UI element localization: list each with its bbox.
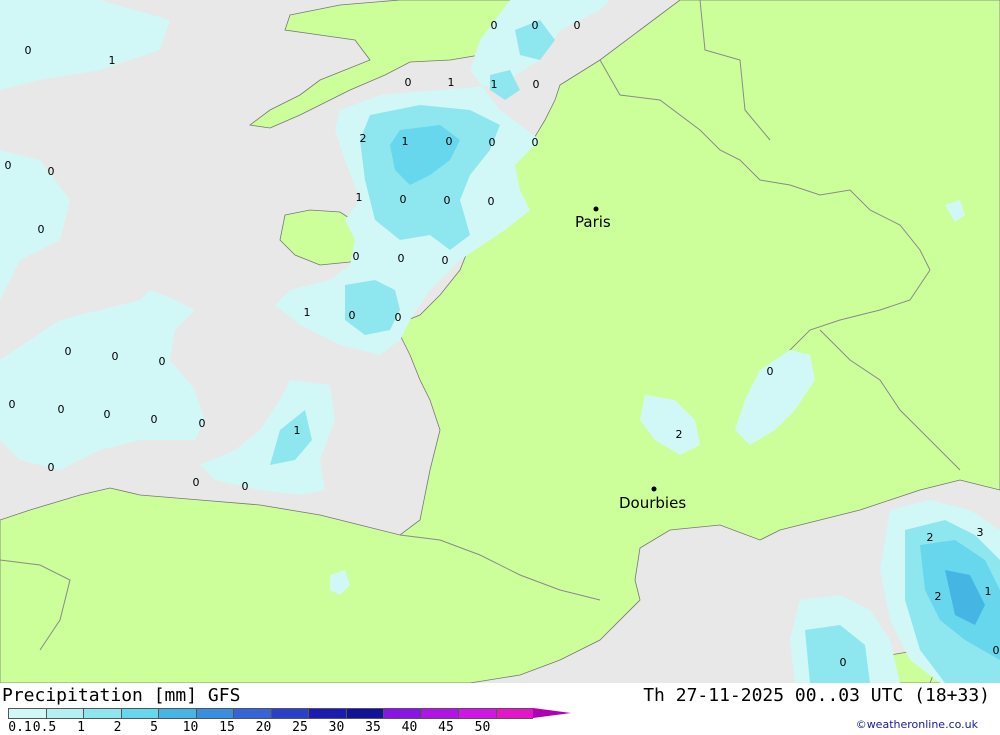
precip-value-label: 1 (304, 306, 311, 319)
precip-value-label: 0 (489, 136, 496, 149)
precip-value-label: 1 (109, 54, 116, 67)
precip-value-label: 1 (402, 135, 409, 148)
precip-value-label: 0 (395, 311, 402, 324)
precip-value-label: 0 (112, 350, 119, 363)
color-swatch (420, 708, 458, 719)
color-swatch (308, 708, 346, 719)
precip-value-label: 0 (159, 355, 166, 368)
color-swatch (383, 708, 421, 719)
precip-value-label: 0 (400, 193, 407, 206)
precip-value-label: 1 (491, 78, 498, 91)
precip-value-label: 0 (442, 254, 449, 267)
precip-value-label: 0 (48, 461, 55, 474)
precip-value-label: 0 (58, 403, 65, 416)
precip-value-label: 0 (353, 250, 360, 263)
color-swatch (458, 708, 496, 719)
precip-value-label: 1 (356, 191, 363, 204)
color-swatch (233, 708, 271, 719)
color-swatch (270, 708, 308, 719)
city-dot-paris (593, 206, 599, 212)
precip-value-label: 2 (935, 590, 942, 603)
precip-value-label: 0 (405, 76, 412, 89)
precip-value-label: 0 (840, 656, 847, 669)
precip-value-label: 0 (65, 345, 72, 358)
credit-link[interactable]: ©weatheronline.co.uk (856, 718, 978, 731)
color-swatch (45, 708, 83, 719)
precip-value-label: 0 (242, 480, 249, 493)
precip-value-label: 1 (985, 585, 992, 598)
precip-value-label: 0 (532, 19, 539, 32)
map-canvas: 0 1 0 0 0 0 1 1 0 2 1 0 0 0 0 0 0 1 0 0 0 0 0 0 1 0 0 0 0 0 0 0 0 0 1 0 0 0 0 2… (0, 0, 1000, 683)
precip-value-label: 0 (5, 159, 12, 172)
city-label-dourbies: Dourbies (619, 494, 686, 512)
precip-value-label: 0 (104, 408, 111, 421)
forecast-datetime: Th 27-11-2025 00..03 UTC (18+33) (643, 685, 990, 706)
color-swatch (495, 708, 533, 719)
precip-value-label: 0 (25, 44, 32, 57)
precip-value-label: 0 (38, 223, 45, 236)
precip-value-label: 0 (532, 136, 539, 149)
precip-value-label: 1 (294, 424, 301, 437)
city-label-paris: Paris (575, 213, 611, 231)
precipitation-map: 0 1 0 0 0 0 1 1 0 2 1 0 0 0 0 0 0 1 0 0 0 0 0 0 1 0 0 0 0 0 0 0 0 0 1 0 0 0 0 2… (0, 0, 1000, 683)
precip-value-label: 0 (446, 135, 453, 148)
precip-value-label: 2 (927, 531, 934, 544)
color-swatch (158, 708, 196, 719)
precip-value-label: 2 (360, 132, 367, 145)
precip-value-label: 2 (676, 428, 683, 441)
map-title: Precipitation [mm] GFS (2, 685, 241, 706)
color-swatch (195, 708, 233, 719)
precip-value-label: 0 (993, 644, 1000, 657)
color-swatch (83, 708, 121, 719)
color-swatch (120, 708, 158, 719)
precip-value-label: 0 (767, 365, 774, 378)
color-scale (8, 708, 571, 719)
precip-value-label: 3 (977, 526, 984, 539)
precip-value-label: 0 (9, 398, 16, 411)
precip-value-label: 0 (488, 195, 495, 208)
color-scale-ticks: 0.1 0.5 1 2 5 10 15 20 25 30 35 40 45 50 (0, 720, 560, 735)
precip-value-label: 0 (151, 413, 158, 426)
precip-value-label: 0 (444, 194, 451, 207)
precip-value-label: 0 (574, 19, 581, 32)
precip-value-label: 0 (349, 309, 356, 322)
precip-value-label: 0 (199, 417, 206, 430)
color-scale-arrow (533, 708, 571, 718)
precip-value-label: 0 (48, 165, 55, 178)
city-dot-dourbies (651, 486, 657, 492)
precip-value-label: 0 (491, 19, 498, 32)
color-swatch (345, 708, 383, 719)
precip-value-label: 0 (533, 78, 540, 91)
precip-value-label: 1 (448, 76, 455, 89)
precip-value-label: 0 (193, 476, 200, 489)
legend-footer: Precipitation [mm] GFS Th 27-11-2025 00.… (0, 683, 1000, 735)
color-swatch (8, 708, 46, 719)
precip-value-label: 0 (398, 252, 405, 265)
